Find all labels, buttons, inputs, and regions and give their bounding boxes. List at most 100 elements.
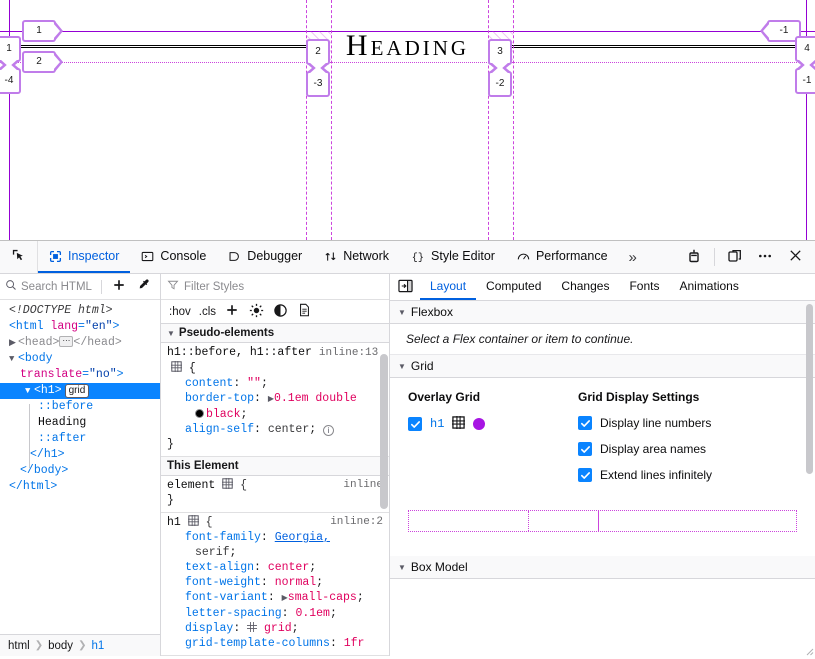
collapse-twisty-icon[interactable]: ▼ xyxy=(9,351,18,367)
rule-h1[interactable]: h1 { inline:2 font-family: Georgia, seri… xyxy=(161,513,389,656)
grid-outline-icon[interactable] xyxy=(452,416,465,432)
decl-border-top[interactable]: border-top: ▶0.1em double xyxy=(167,391,383,407)
box-model-section-header[interactable]: ▼ Box Model xyxy=(390,556,815,579)
checkbox[interactable] xyxy=(578,468,592,482)
grid-display-badge[interactable]: grid xyxy=(65,384,90,398)
tab-inspector[interactable]: Inspector xyxy=(38,241,130,273)
flexbox-section-header[interactable]: ▼ Flexbox xyxy=(390,301,815,324)
decl-font-weight[interactable]: font-weight: normal; xyxy=(167,575,383,590)
rule-source[interactable]: inline xyxy=(343,478,383,493)
decl-font-family-cont[interactable]: serif; xyxy=(167,545,383,560)
resize-grip[interactable] xyxy=(804,645,814,655)
rule-selector[interactable]: element xyxy=(167,479,215,492)
tree-row-text[interactable]: Heading xyxy=(0,415,160,431)
print-media-button[interactable] xyxy=(293,302,315,322)
decl-value[interactable]: 0.1em xyxy=(295,607,330,620)
rule-selector[interactable]: h1::before, h1::after xyxy=(167,346,312,359)
cls-button[interactable]: .cls xyxy=(196,306,219,318)
decl-border-color-line[interactable]: black; xyxy=(167,407,383,422)
tab-style-editor[interactable]: {} Style Editor xyxy=(400,241,506,273)
close-devtools-button[interactable] xyxy=(781,243,809,271)
meatball-menu-button[interactable] xyxy=(751,243,779,271)
tab-layout[interactable]: Layout xyxy=(420,274,476,300)
decl-letter-spacing[interactable]: letter-spacing: 0.1em; xyxy=(167,606,383,621)
toolbar-overflow-button[interactable]: » xyxy=(619,241,647,273)
decl-grid-template-columns[interactable]: grid-template-columns: 1fr xyxy=(167,636,383,651)
setting-extend-lines-infinitely[interactable]: Extend lines infinitely xyxy=(578,468,815,482)
decl-value[interactable]: "" xyxy=(247,377,261,390)
tab-fonts[interactable]: Fonts xyxy=(619,274,669,300)
decl-value[interactable]: 0.1em double xyxy=(274,392,357,405)
expand-twisty-icon[interactable]: ▶ xyxy=(9,335,18,351)
tab-computed[interactable]: Computed xyxy=(476,274,551,300)
setting-display-area-names[interactable]: Display area names xyxy=(578,442,815,456)
grid-section-header[interactable]: ▼ Grid xyxy=(390,355,815,378)
tree-row-doctype[interactable]: <!DOCTYPE html> xyxy=(0,303,160,319)
tree-row-html-close[interactable]: </html> xyxy=(0,479,160,495)
pseudo-elements-section-header[interactable]: ▼ Pseudo-elements xyxy=(161,324,389,343)
checkbox[interactable] xyxy=(578,416,592,430)
hov-button[interactable]: :hov xyxy=(166,306,194,318)
tree-row-body-close[interactable]: </body> xyxy=(0,463,160,479)
decl-value[interactable]: grid xyxy=(264,622,292,635)
tree-row-h1-close[interactable]: </h1> xyxy=(0,447,160,463)
rule-source[interactable]: inline:13 xyxy=(319,347,378,359)
grid-outline-cell[interactable] xyxy=(599,511,796,531)
rules-list[interactable]: ▼ Pseudo-elements h1::before, h1::after … xyxy=(161,324,389,656)
rules-scrollbar[interactable] xyxy=(380,354,388,509)
dark-color-scheme-button[interactable] xyxy=(269,302,291,322)
rendered-page-viewport[interactable]: Heading 1 -1 2 1 -4 2 -3 3 -2 4 xyxy=(0,0,815,240)
decl-value[interactable]: center xyxy=(268,423,309,436)
decl-value[interactable]: normal xyxy=(275,576,316,589)
tab-changes[interactable]: Changes xyxy=(551,274,619,300)
tree-row-h1-selected[interactable]: ▼<h1>grid xyxy=(0,383,160,399)
rule-element-inline[interactable]: element { inline } xyxy=(161,476,389,513)
decl-value[interactable]: Georgia, xyxy=(275,531,330,544)
decl-value-cont[interactable]: serif xyxy=(195,546,230,559)
tab-network[interactable]: Network xyxy=(313,241,400,273)
overlay-grid-checkbox[interactable] xyxy=(408,417,422,431)
rule-pseudo-elements[interactable]: h1::before, h1::after inline:13 { conten… xyxy=(161,343,389,457)
responsive-design-mode-button[interactable] xyxy=(680,243,708,271)
tree-row-before[interactable]: ::before xyxy=(0,399,160,415)
color-swatch[interactable] xyxy=(195,409,204,418)
eyedropper-button[interactable] xyxy=(134,276,155,297)
rule-source[interactable]: inline:2 xyxy=(330,515,383,530)
element-picker-button[interactable] xyxy=(0,241,38,273)
decl-display[interactable]: display: grid; xyxy=(167,621,383,636)
tab-console[interactable]: Console xyxy=(130,241,217,273)
markup-tree[interactable]: <!DOCTYPE html> <html lang="en"> ▶<head>… xyxy=(0,300,160,634)
split-console-button[interactable] xyxy=(721,243,749,271)
breadcrumb-item-h1[interactable]: h1 xyxy=(91,640,104,652)
grid-outline-preview[interactable] xyxy=(408,510,797,532)
tree-row-body-open[interactable]: ▼<body xyxy=(0,351,160,367)
grid-toggle-icon[interactable] xyxy=(247,622,264,635)
overlay-grid-item-h1[interactable]: h1 xyxy=(408,416,578,432)
breadcrumb-item-html[interactable]: html xyxy=(8,640,30,652)
decl-content[interactable]: content: ""; xyxy=(167,376,383,391)
add-rule-button[interactable] xyxy=(221,302,243,322)
collapse-twisty-icon[interactable]: ▼ xyxy=(25,383,34,399)
setting-display-line-numbers[interactable]: Display line numbers xyxy=(578,416,815,430)
search-html-input[interactable]: Search HTML xyxy=(21,281,92,293)
decl-text-align[interactable]: text-align: center; xyxy=(167,560,383,575)
rule-selector[interactable]: h1 xyxy=(167,516,181,529)
this-element-section-header[interactable]: This Element xyxy=(161,457,389,476)
pane-toggle-button[interactable] xyxy=(390,274,420,300)
grid-layout-icon[interactable] xyxy=(188,516,206,529)
grid-outline-cell[interactable] xyxy=(409,511,529,531)
info-icon[interactable]: i xyxy=(323,425,334,436)
overlay-grid-element-label[interactable]: h1 xyxy=(430,417,444,431)
tree-row-after[interactable]: ::after xyxy=(0,431,160,447)
decl-value-color[interactable]: black xyxy=(206,408,241,421)
grid-layout-icon[interactable] xyxy=(222,479,240,492)
checkbox[interactable] xyxy=(578,442,592,456)
tree-row-head[interactable]: ▶<head>⋯</head> xyxy=(0,335,160,351)
add-node-button[interactable] xyxy=(109,276,130,297)
decl-value[interactable]: center xyxy=(268,561,309,574)
tab-animations[interactable]: Animations xyxy=(669,274,748,300)
collapsed-content-icon[interactable]: ⋯ xyxy=(59,336,73,347)
grid-color-swatch[interactable] xyxy=(473,418,485,430)
decl-align-self[interactable]: align-self: center; i xyxy=(167,422,383,437)
layout-scrollbar[interactable] xyxy=(806,304,813,474)
